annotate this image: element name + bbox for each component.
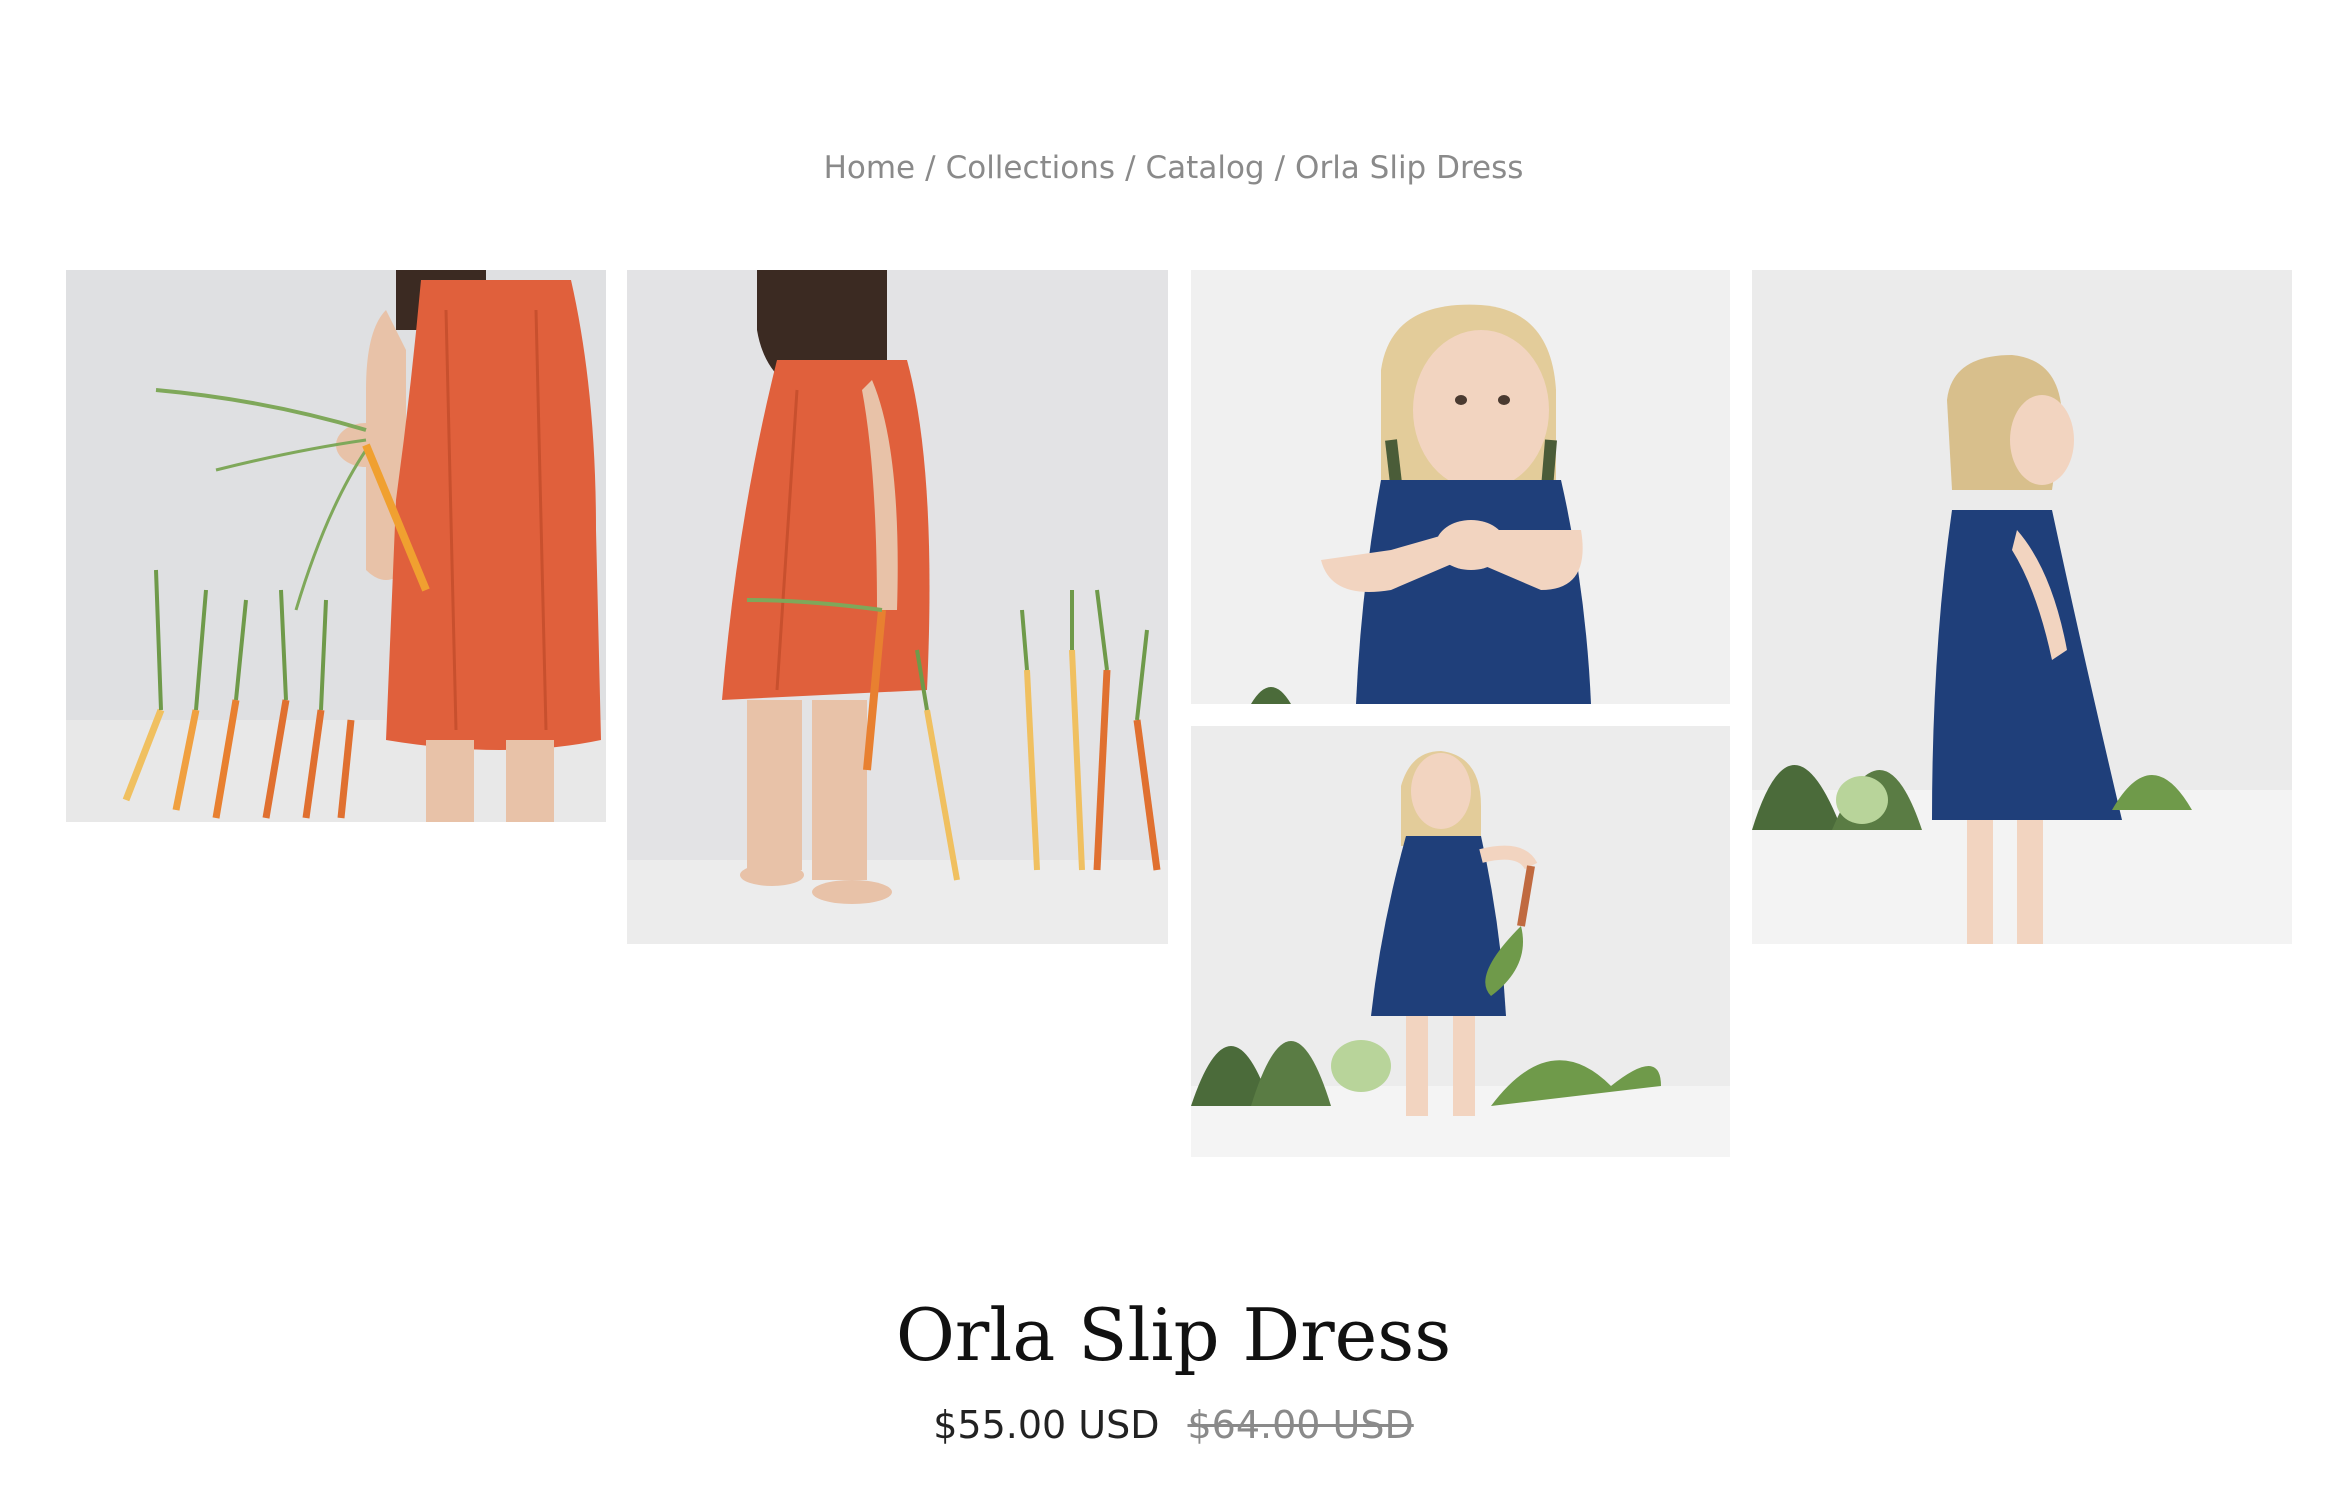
- product-photo-5[interactable]: [1752, 270, 2292, 944]
- product-image-navy-beet: [1191, 726, 1730, 1157]
- breadcrumb-collections-link[interactable]: Collections: [946, 150, 1116, 186]
- product-photo-2[interactable]: [627, 270, 1168, 944]
- price-row: $55.00 USD $64.00 USD: [0, 1400, 2347, 1450]
- breadcrumb: Home / Collections / Catalog / Orla Slip Dress: [0, 148, 2347, 188]
- product-image-navy-side: [1752, 270, 2292, 944]
- breadcrumb-separator: /: [1274, 150, 1286, 186]
- product-image-orange-side: [627, 270, 1168, 944]
- product-image-navy-front: [1191, 270, 1730, 704]
- product-photo-1[interactable]: [66, 270, 606, 822]
- breadcrumb-separator: /: [1125, 150, 1136, 186]
- breadcrumb-catalog-link[interactable]: Catalog: [1146, 150, 1265, 186]
- breadcrumb-current: Orla Slip Dress: [1295, 150, 1524, 186]
- breadcrumb-home-link[interactable]: Home: [824, 150, 916, 186]
- compare-at-price: $64.00 USD: [1187, 1403, 1414, 1447]
- product-image-orange-front: [66, 270, 606, 822]
- breadcrumb-separator: /: [925, 150, 936, 186]
- product-photo-4[interactable]: [1191, 726, 1730, 1157]
- product-photo-3[interactable]: [1191, 270, 1730, 704]
- sale-price: $55.00 USD: [933, 1403, 1160, 1447]
- product-title: Orla Slip Dress: [895, 1293, 1452, 1377]
